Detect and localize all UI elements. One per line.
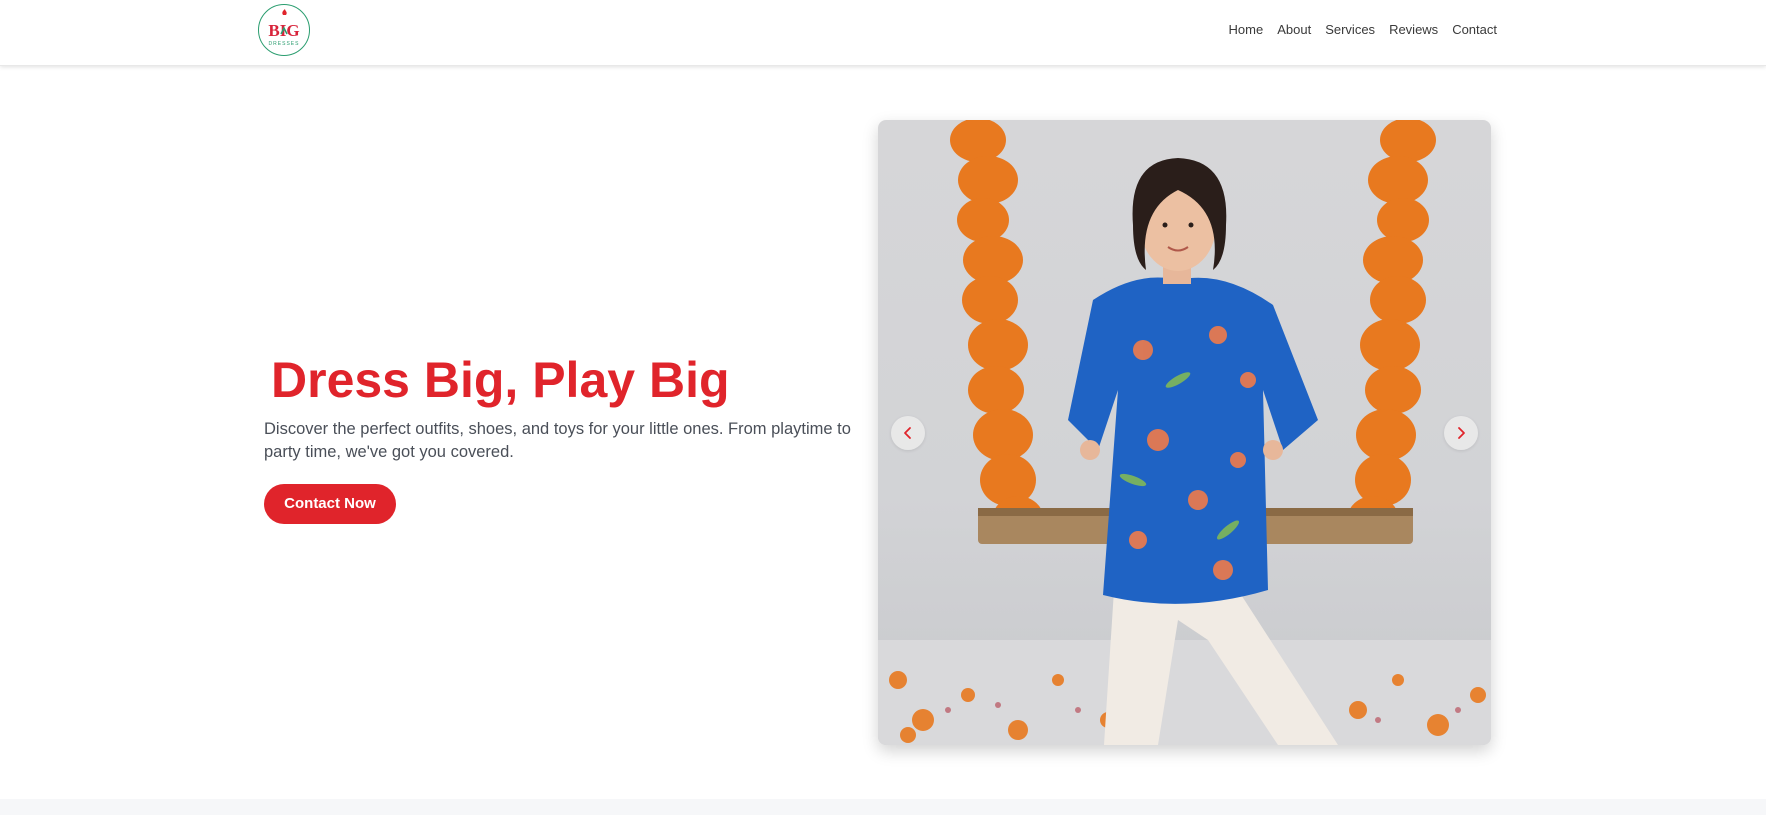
- carousel-prev-button[interactable]: [891, 416, 925, 450]
- chevron-left-icon: [904, 427, 911, 439]
- main-nav: Home About Services Reviews Contact: [1215, 20, 1497, 40]
- nav-link-services[interactable]: Services: [1325, 20, 1375, 40]
- hero-title: Dress Big, Play Big: [271, 352, 730, 408]
- svg-text:DRESSES: DRESSES: [269, 41, 300, 47]
- svg-text:BIG: BIG: [268, 21, 299, 40]
- nav-link-contact[interactable]: Contact: [1452, 20, 1497, 40]
- brand-logo[interactable]: BIG DRESSES: [258, 4, 310, 56]
- contact-now-button[interactable]: Contact Now: [264, 484, 396, 524]
- hero-section: Dress Big, Play Big Discover the perfect…: [264, 348, 864, 524]
- carousel-next-button[interactable]: [1444, 416, 1478, 450]
- nav-link-reviews[interactable]: Reviews: [1389, 20, 1438, 40]
- chevron-right-icon: [1458, 427, 1465, 439]
- hero-carousel: [878, 120, 1491, 745]
- next-section-edge: [0, 799, 1766, 815]
- hero-description: Discover the perfect outfits, shoes, and…: [264, 420, 851, 461]
- nav-link-home[interactable]: Home: [1229, 20, 1264, 40]
- nav-link-about[interactable]: About: [1277, 20, 1311, 40]
- navbar: BIG DRESSES Home About Services Reviews …: [0, 0, 1766, 66]
- logo-mark-icon: BIG DRESSES: [268, 9, 300, 47]
- carousel-image: [878, 120, 1491, 745]
